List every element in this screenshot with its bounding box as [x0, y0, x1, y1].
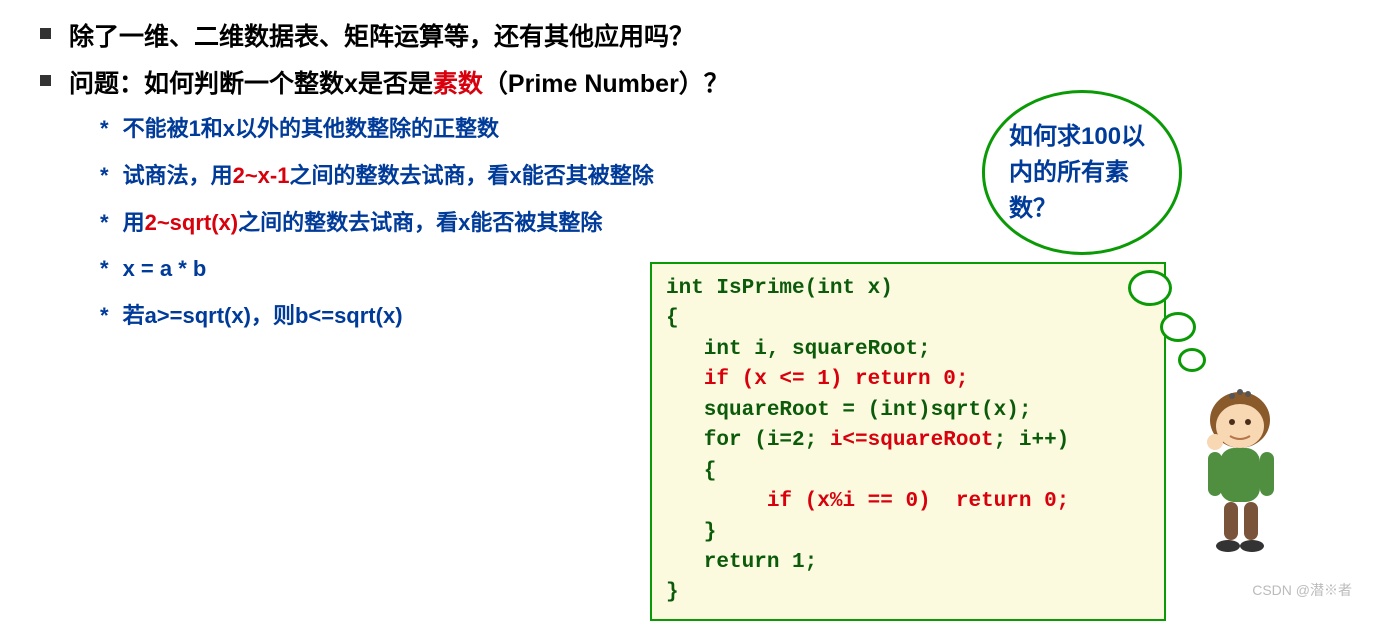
watermark: CSDN @潜※者 — [1252, 580, 1352, 600]
code-l5: squareRoot = (int)sqrt(x); — [666, 399, 1031, 422]
s2b: 之间的整数去试商，看x能否其被整除 — [289, 163, 653, 188]
b2-red: 素数 — [433, 70, 483, 98]
star-bullet: * — [100, 163, 109, 189]
thought-dot-2 — [1160, 312, 1196, 342]
code-l6r: i<=squareRoot — [830, 429, 994, 452]
s2a: 试商法，用 — [123, 163, 233, 188]
b2-pre: 问题：如何判断一个整数x是否是 — [69, 70, 433, 98]
sub-5: 若a>=sqrt(x)，则b<=sqrt(x) — [123, 301, 403, 332]
code-l6a: for (i=2; — [666, 429, 830, 452]
s3a: 用 — [123, 210, 145, 235]
sub-2: 试商法，用2~x-1之间的整数去试商，看x能否其被整除 — [123, 161, 654, 192]
s3-red: 2~sqrt(x) — [145, 210, 239, 235]
bullet-square — [40, 75, 51, 86]
sub-1: 不能被1和x以外的其他数整除的正整数 — [123, 114, 499, 145]
b2-post: （Prime Number）？ — [483, 70, 729, 98]
sub-4: x = a * b — [123, 254, 207, 285]
thought-dot-3 — [1178, 348, 1206, 372]
star-bullet: * — [100, 303, 109, 329]
thinking-character-icon — [1182, 382, 1302, 562]
code-l11: } — [666, 581, 679, 604]
s3b: 之间的整数去试商，看x能否被其整除 — [238, 210, 602, 235]
main-bullet-1: 除了一维、二维数据表、矩阵运算等，还有其他应用吗？ — [69, 20, 694, 55]
code-l4r: if (x <= 1) return 0; — [704, 368, 969, 391]
code-l8a — [666, 490, 767, 513]
code-l3: int i, squareRoot; — [666, 338, 931, 361]
star-bullet: * — [100, 116, 109, 142]
code-l1: int IsPrime(int x) — [666, 277, 893, 300]
code-l9: } — [666, 521, 716, 544]
code-block: int IsPrime(int x) { int i, squareRoot; … — [650, 262, 1166, 621]
code-l4a — [666, 368, 704, 391]
code-l6b: ; i++) — [994, 429, 1070, 452]
code-l2: { — [666, 307, 679, 330]
thought-text: 如何求100以内的所有素数？ — [1009, 119, 1155, 227]
star-bullet: * — [100, 210, 109, 236]
thought-dot-1 — [1128, 270, 1172, 306]
main-bullet-2: 问题：如何判断一个整数x是否是素数（Prime Number）？ — [69, 67, 729, 102]
star-bullet: * — [100, 256, 109, 282]
sub-3: 用2~sqrt(x)之间的整数去试商，看x能否被其整除 — [123, 208, 603, 239]
s2-red: 2~x-1 — [233, 163, 290, 188]
code-l7: { — [666, 460, 716, 483]
bullet-square — [40, 28, 51, 39]
code-l10: return 1; — [666, 551, 817, 574]
code-l8r: if (x%i == 0) return 0; — [767, 490, 1069, 513]
thought-bubble: 如何求100以内的所有素数？ — [982, 90, 1182, 255]
